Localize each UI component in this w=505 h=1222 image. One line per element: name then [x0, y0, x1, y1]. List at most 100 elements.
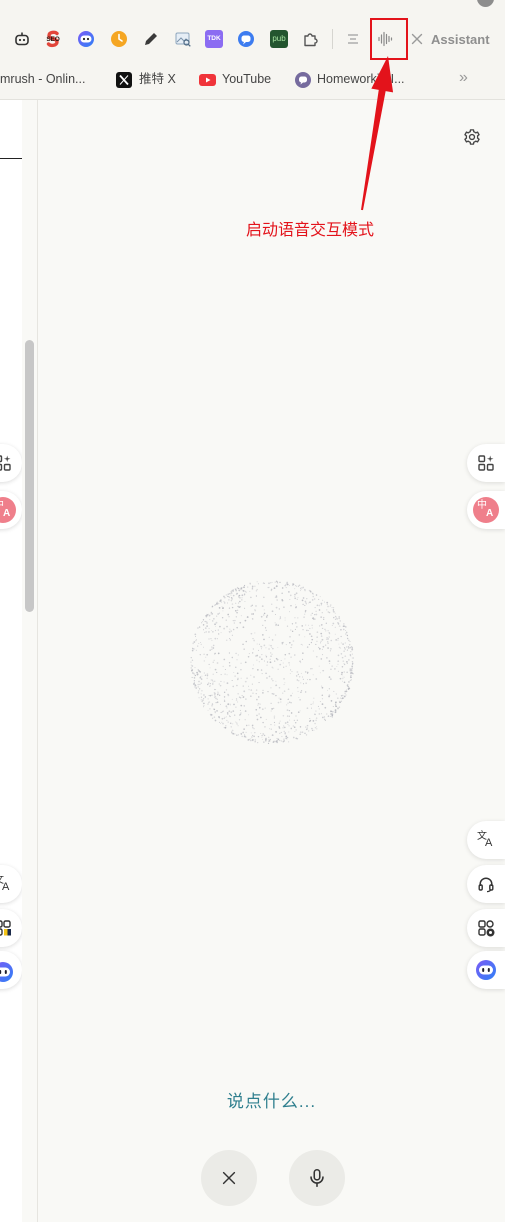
puzzle-icon[interactable] [302, 30, 320, 48]
floating-tool-support[interactable] [467, 865, 505, 903]
orb-particle [190, 667, 192, 669]
bookmark-youtube[interactable]: YouTube [222, 72, 271, 86]
orb-particle [205, 621, 208, 623]
bookmark-homework[interactable]: Homeworki AI... [317, 72, 405, 86]
orb-particle [310, 614, 312, 616]
floating-tool-apps[interactable] [467, 909, 505, 947]
orb-particle [268, 736, 270, 738]
list-icon[interactable] [344, 30, 362, 48]
bookmark-twitter[interactable]: 推特 X [139, 72, 176, 86]
orb-particle [260, 716, 262, 719]
window-corner-button[interactable] [477, 0, 494, 7]
orb-particle [281, 735, 283, 738]
orb-particle [228, 662, 231, 664]
x-logo-icon[interactable] [116, 72, 132, 88]
bookmark-semrush[interactable]: mrush - Onlin... [0, 72, 85, 86]
floating-tool-ai-apps[interactable] [467, 444, 505, 482]
orb-particle [275, 731, 277, 733]
orb-particle [295, 729, 297, 731]
orb-particle [191, 659, 194, 661]
orb-particle [220, 703, 221, 705]
orb-particle [331, 624, 333, 627]
orb-particle [236, 722, 238, 724]
orb-particle [337, 663, 339, 665]
orb-particle [227, 694, 230, 697]
close-voice-button[interactable] [201, 1150, 257, 1206]
orb-particle [240, 662, 242, 664]
orb-particle [231, 729, 234, 732]
orb-particle [235, 590, 237, 592]
orb-particle [244, 601, 246, 602]
orb-particle [292, 583, 294, 585]
orb-particle [223, 601, 225, 603]
floating-tool-translate[interactable]: 文 A [467, 821, 505, 859]
apps-grid-icon[interactable] [0, 919, 12, 937]
orb-particle [220, 601, 223, 603]
orb-particle [312, 595, 315, 598]
orb-particle [337, 654, 340, 657]
chat-circle-icon[interactable] [237, 30, 255, 48]
orb-particle [236, 612, 238, 614]
sparkle-grid-icon [477, 454, 495, 472]
orb-particle [193, 674, 195, 676]
robot-icon[interactable] [13, 30, 31, 48]
orb-particle [332, 609, 335, 611]
orb-particle [306, 707, 309, 710]
microphone-button[interactable] [289, 1150, 345, 1206]
orb-particle [277, 701, 280, 704]
orb-particle [197, 683, 199, 686]
pub-icon[interactable]: pub [270, 30, 288, 48]
orb-particle [337, 660, 340, 663]
youtube-icon[interactable] [199, 74, 216, 86]
tdk-icon[interactable]: TDK [205, 30, 223, 48]
orb-particle [329, 605, 331, 607]
orb-particle [228, 631, 230, 633]
floating-tool-assistant[interactable] [467, 951, 505, 989]
sparkle-grid-icon[interactable] [0, 454, 12, 472]
orb-particle [340, 642, 342, 644]
bot-face-icon[interactable] [77, 30, 95, 48]
orb-particle [226, 712, 229, 714]
orb-particle [345, 694, 347, 696]
close-icon[interactable] [408, 30, 426, 48]
clock-icon[interactable] [110, 30, 128, 48]
orb-particle [227, 602, 229, 604]
orb-particle [228, 599, 230, 601]
orb-particle [211, 605, 214, 608]
orb-particle [238, 594, 241, 597]
orb-particle [296, 626, 298, 628]
translate-icon-en: A [2, 881, 10, 893]
translate-icon[interactable]: 文 A [0, 875, 12, 893]
orb-particle [273, 717, 275, 719]
orb-particle [347, 684, 349, 686]
page-scrollbar-thumb[interactable] [25, 340, 34, 612]
page-scrollbar-track[interactable] [22, 100, 37, 1222]
orb-particle [201, 675, 203, 677]
pencil-icon[interactable] [142, 30, 160, 48]
bot-face-icon[interactable] [0, 961, 14, 983]
image-search-icon[interactable] [174, 30, 192, 48]
orb-particle [202, 646, 204, 648]
orb-particle [324, 628, 326, 630]
orb-particle [274, 613, 276, 615]
orb-particle [202, 706, 204, 708]
orb-particle [285, 586, 287, 589]
orb-particle [304, 604, 306, 607]
orb-particle [197, 669, 199, 671]
seo-icon[interactable]: SEO [44, 30, 62, 48]
orb-particle [322, 645, 325, 648]
floating-tool-page-translate[interactable]: 中 A [467, 491, 505, 529]
orb-particle [330, 668, 332, 670]
orb-particle [259, 707, 261, 709]
orb-particle [342, 694, 344, 697]
orb-particle [222, 722, 224, 725]
gear-icon[interactable] [463, 128, 481, 146]
bookmarks-overflow-chevron[interactable]: » [459, 69, 468, 87]
orb-particle [271, 646, 273, 648]
orb-particle [207, 709, 209, 711]
orb-particle [298, 676, 301, 678]
orb-particle [244, 710, 247, 712]
orb-particle [351, 648, 354, 651]
homework-icon[interactable] [295, 72, 311, 88]
orb-particle [208, 631, 210, 633]
